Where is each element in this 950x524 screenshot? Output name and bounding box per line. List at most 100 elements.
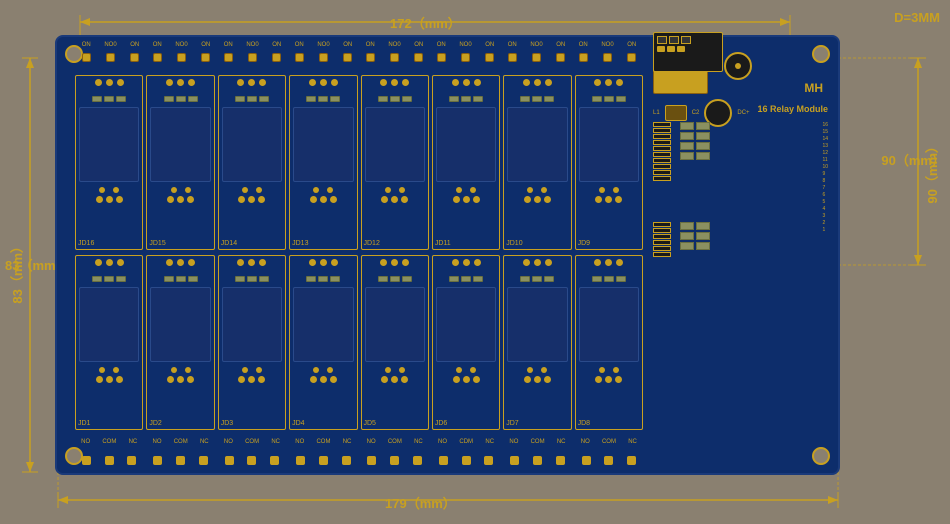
terminal-label: NO bbox=[295, 439, 304, 445]
relay-label-jd11: JD11 bbox=[435, 240, 451, 247]
top-label: NO0 bbox=[104, 42, 116, 48]
pin-label: 13 bbox=[822, 143, 828, 149]
smd-cluster-1 bbox=[680, 122, 710, 160]
top-label: NO0 bbox=[246, 42, 258, 48]
relay-cell-jd12: JD12 bbox=[361, 75, 429, 250]
capacitor-c1 bbox=[724, 52, 752, 80]
relay-cell-jd6: JD6 bbox=[432, 255, 500, 430]
pin-label: 7 bbox=[822, 185, 828, 191]
relay-cell-jd8: JD8 bbox=[575, 255, 643, 430]
terminal-label: COM bbox=[245, 439, 259, 445]
terminal-label: COM bbox=[388, 439, 402, 445]
relay-label-jd7: JD7 bbox=[506, 420, 518, 427]
terminal-label: NC bbox=[200, 439, 209, 445]
terminal-label: NC bbox=[628, 439, 637, 445]
top-label: NO0 bbox=[601, 42, 613, 48]
relay-label-jd15: JD15 bbox=[149, 240, 165, 247]
terminal-label: NO bbox=[224, 439, 233, 445]
relay-label-jd10: JD10 bbox=[506, 240, 522, 247]
terminal-label: NC bbox=[485, 439, 494, 445]
top-label: NO0 bbox=[317, 42, 329, 48]
relay-label-jd13: JD13 bbox=[292, 240, 308, 247]
relay-cell-jd3: JD3 bbox=[218, 255, 286, 430]
dim-83: 83（mm） bbox=[8, 240, 27, 304]
terminal-label: COM bbox=[174, 439, 188, 445]
relay-label-jd14: JD14 bbox=[221, 240, 237, 247]
terminal-label: NO bbox=[581, 439, 590, 445]
relay-cell-jd14: JD14 bbox=[218, 75, 286, 250]
top-label: ON bbox=[272, 42, 281, 48]
smd-cluster-2 bbox=[680, 222, 710, 250]
terminal-label: COM bbox=[602, 439, 616, 445]
pcb-board: ON NO0 ON ON NO0 ON ON NO0 ON ON NO0 ON … bbox=[55, 35, 840, 475]
ic-connector-left bbox=[653, 122, 675, 181]
relay-label-jd4: JD4 bbox=[292, 420, 304, 427]
pin-label: 14 bbox=[822, 136, 828, 142]
terminal-label: COM bbox=[531, 439, 545, 445]
screenshot-container: 172（mm） 179（mm） 83（mm） 90（mm） D=3MM 83（m… bbox=[0, 0, 950, 524]
top-label: ON bbox=[130, 42, 139, 48]
top-label: ON bbox=[343, 42, 352, 48]
dc-label: DC+ bbox=[737, 110, 749, 116]
pin-label: 2 bbox=[822, 220, 828, 226]
terminal-label: NC bbox=[557, 439, 566, 445]
top-label: ON bbox=[414, 42, 423, 48]
right-section: C1 L1 C2 DC+ bbox=[648, 47, 833, 127]
terminal-label: NC bbox=[414, 439, 423, 445]
relay-label-jd5: JD5 bbox=[364, 420, 376, 427]
top-label: ON bbox=[366, 42, 375, 48]
relay-label-jd12: JD12 bbox=[364, 240, 380, 247]
l1-label: L1 bbox=[653, 110, 660, 116]
relay-label-jd3: JD3 bbox=[221, 420, 233, 427]
top-label: ON bbox=[153, 42, 162, 48]
relay-cell-jd11: JD11 bbox=[432, 75, 500, 250]
brand-text: MH bbox=[804, 81, 823, 95]
top-label: ON bbox=[556, 42, 565, 48]
inductor-l1 bbox=[665, 105, 687, 121]
top-label: ON bbox=[82, 42, 91, 48]
relay-cell-jd7: JD7 bbox=[503, 255, 571, 430]
terminal-label: COM bbox=[102, 439, 116, 445]
relay-cell-jd4: JD4 bbox=[289, 255, 357, 430]
top-label: ON bbox=[437, 42, 446, 48]
top-label: ON bbox=[508, 42, 517, 48]
top-label: ON bbox=[295, 42, 304, 48]
pin-label: 10 bbox=[822, 164, 828, 170]
relay-top-row: JD16 bbox=[75, 75, 643, 250]
terminal-label: NO bbox=[152, 439, 161, 445]
dim-bottom-width: 179（mm） bbox=[385, 493, 456, 512]
pin-label: 6 bbox=[822, 192, 828, 198]
relay-cell-jd15: JD15 bbox=[146, 75, 214, 250]
pin-label: 12 bbox=[822, 150, 828, 156]
pin-label: 8 bbox=[822, 178, 828, 184]
top-label: ON bbox=[627, 42, 636, 48]
terminal-label: NC bbox=[271, 439, 280, 445]
terminal-label: COM bbox=[316, 439, 330, 445]
top-label: NO0 bbox=[459, 42, 471, 48]
pin-labels-right: 16 15 14 13 12 11 10 9 8 7 6 5 4 3 2 1 bbox=[822, 122, 828, 233]
pin-label: 5 bbox=[822, 199, 828, 205]
terminal-label: NO bbox=[438, 439, 447, 445]
top-terminal-pads bbox=[75, 53, 643, 62]
pin-label: 16 bbox=[822, 122, 828, 128]
ic-connector-right-2 bbox=[653, 222, 675, 257]
top-label: ON bbox=[201, 42, 210, 48]
dim-top-width: 172（mm） bbox=[390, 13, 461, 32]
bottom-terminal-pads bbox=[75, 456, 643, 465]
pin-label: 9 bbox=[822, 171, 828, 177]
relay-label-jd6: JD6 bbox=[435, 420, 447, 427]
terminal-label: NC bbox=[343, 439, 352, 445]
terminal-label: NO bbox=[509, 439, 518, 445]
relay-cell-jd16: JD16 bbox=[75, 75, 143, 250]
pin-label: 1 bbox=[822, 227, 828, 233]
relay-cell-jd9: JD9 bbox=[575, 75, 643, 250]
board-title-area: 16 Relay Module bbox=[757, 99, 828, 117]
terminal-label: CDM bbox=[459, 439, 473, 445]
relay-label-jd1: JD1 bbox=[78, 420, 90, 427]
relay-label-jd2: JD2 bbox=[149, 420, 161, 427]
bottom-terminal-labels: NO COM NC NO COM NC NO COM NC NO COM NC … bbox=[75, 439, 643, 445]
relay-label-jd16: JD16 bbox=[78, 240, 94, 247]
terminal-label: NO bbox=[81, 439, 90, 445]
relay-cell-jd1: JD1 bbox=[75, 255, 143, 430]
relay-cell-jd10: JD10 bbox=[503, 75, 571, 250]
